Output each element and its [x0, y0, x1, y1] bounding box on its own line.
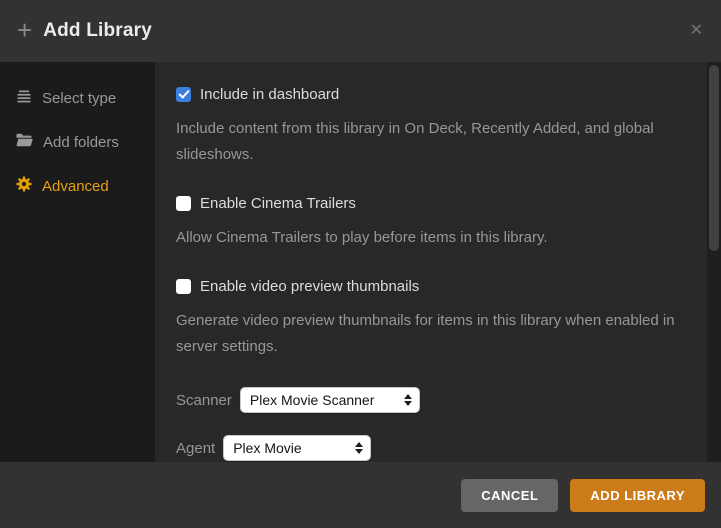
- sidebar-item-label: Select type: [42, 90, 116, 107]
- include-dashboard-description: Include content from this library in On …: [176, 116, 675, 168]
- list-lines-icon: [16, 90, 32, 107]
- agent-label: Agent: [176, 440, 215, 457]
- cinema-trailers-description: Allow Cinema Trailers to play before ite…: [176, 225, 675, 251]
- cinema-trailers-checkbox[interactable]: [176, 196, 191, 211]
- video-preview-checkbox[interactable]: [176, 279, 191, 294]
- video-preview-label: Enable video preview thumbnails: [200, 278, 419, 295]
- include-dashboard-row: Include in dashboard: [176, 86, 675, 103]
- include-dashboard-checkbox[interactable]: [176, 87, 191, 102]
- cancel-button[interactable]: CANCEL: [461, 479, 558, 512]
- agent-select-value: Plex Movie: [233, 440, 301, 456]
- scanner-row: Scanner Plex Movie Scanner: [176, 387, 675, 413]
- dialog-footer: CANCEL ADD LIBRARY: [0, 462, 721, 528]
- dialog-header: + Add Library ✕: [0, 0, 721, 62]
- agent-select[interactable]: Plex Movie: [223, 435, 371, 461]
- select-stepper-icon: [404, 394, 412, 406]
- dialog-body: Select type Add folders: [0, 62, 721, 462]
- scanner-select[interactable]: Plex Movie Scanner: [240, 387, 420, 413]
- sidebar: Select type Add folders: [0, 62, 155, 462]
- cinema-trailers-label: Enable Cinema Trailers: [200, 195, 356, 212]
- sidebar-item-advanced[interactable]: Advanced: [0, 164, 155, 208]
- include-dashboard-label: Include in dashboard: [200, 86, 339, 103]
- advanced-settings-panel: Include in dashboard Include content fro…: [155, 62, 721, 462]
- scanner-select-value: Plex Movie Scanner: [250, 392, 375, 408]
- scrollbar-thumb[interactable]: [709, 65, 719, 251]
- gear-icon: [16, 176, 32, 196]
- sidebar-item-label: Advanced: [42, 178, 109, 195]
- plus-icon: +: [17, 17, 32, 43]
- sidebar-item-add-folders[interactable]: Add folders: [0, 120, 155, 164]
- agent-row: Agent Plex Movie: [176, 435, 675, 461]
- sidebar-item-select-type[interactable]: Select type: [0, 76, 155, 120]
- video-preview-description: Generate video preview thumbnails for it…: [176, 308, 675, 360]
- dialog-title: Add Library: [43, 20, 152, 42]
- add-library-dialog: + Add Library ✕ Select type: [0, 0, 721, 528]
- folder-icon: [16, 133, 33, 151]
- scanner-label: Scanner: [176, 392, 232, 409]
- scrollbar-track[interactable]: [707, 62, 721, 462]
- cinema-trailers-row: Enable Cinema Trailers: [176, 195, 675, 212]
- sidebar-item-label: Add folders: [43, 134, 119, 151]
- video-preview-row: Enable video preview thumbnails: [176, 278, 675, 295]
- select-stepper-icon: [355, 442, 363, 454]
- add-library-button[interactable]: ADD LIBRARY: [570, 479, 705, 512]
- close-icon[interactable]: ✕: [690, 23, 703, 39]
